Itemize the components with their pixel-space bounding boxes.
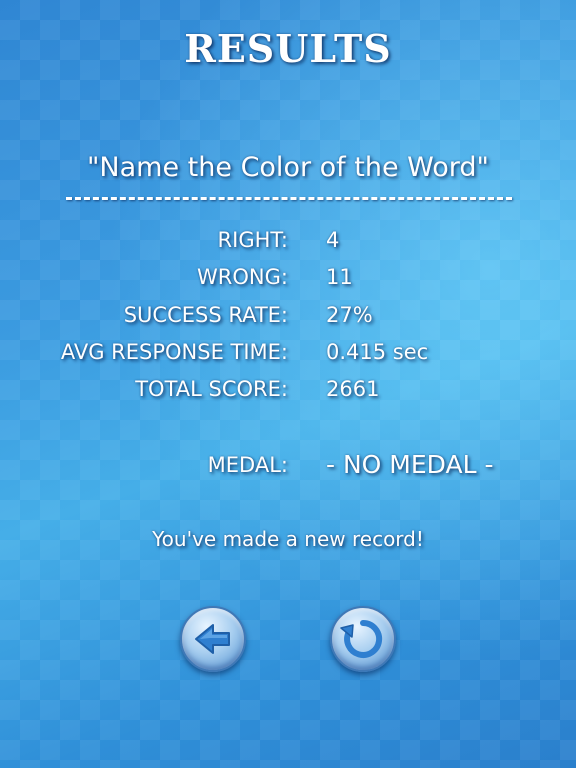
page-title: RESULTS — [184, 26, 392, 71]
stat-value-avg-response-time: 0.415 sec — [326, 340, 429, 364]
stat-value-right: 4 — [326, 228, 340, 252]
background-pattern — [0, 0, 576, 768]
stat-label-success-rate: SUCCESS RATE: — [123, 303, 288, 327]
stat-value-wrong: 11 — [326, 265, 353, 289]
refresh-icon — [340, 619, 383, 658]
retry-button[interactable] — [330, 606, 396, 672]
medal-label: MEDAL: — [207, 453, 288, 477]
stat-value-total-score: 2661 — [326, 377, 380, 401]
record-message: You've made a new record! — [152, 527, 424, 551]
medal-value: - NO MEDAL - — [326, 450, 494, 479]
game-name: "Name the Color of the Word" — [87, 152, 489, 183]
stat-label-total-score: TOTAL SCORE: — [135, 377, 288, 401]
stat-label-wrong: WRONG: — [197, 265, 288, 289]
arrow-left-icon — [195, 624, 230, 654]
stat-label-right: RIGHT: — [217, 228, 288, 252]
stat-label-avg-response-time: AVG RESPONSE TIME: — [60, 340, 288, 364]
stat-value-success-rate: 27% — [326, 303, 373, 327]
divider — [66, 197, 512, 200]
back-button[interactable] — [180, 606, 246, 672]
